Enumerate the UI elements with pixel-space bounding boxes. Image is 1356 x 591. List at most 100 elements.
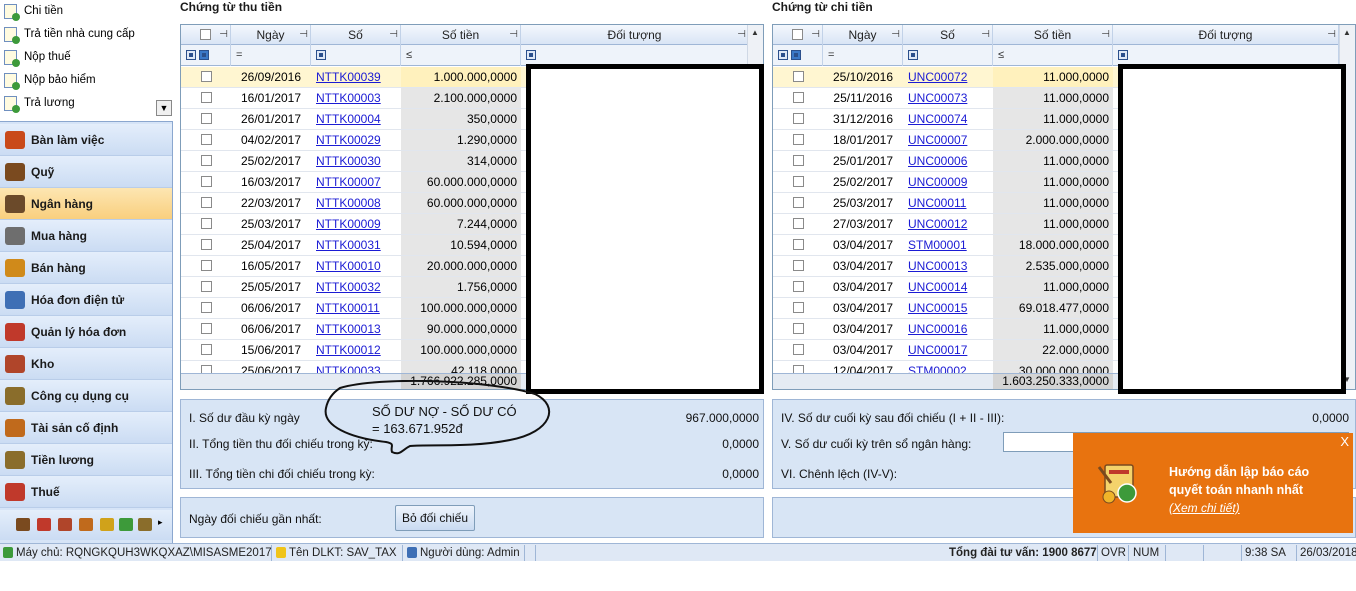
row-checkbox[interactable] [200, 92, 212, 103]
amount-filter[interactable]: ≤ [401, 45, 521, 66]
row-checkbox[interactable] [792, 344, 804, 355]
voucher-number-link[interactable]: UNC00007 [903, 130, 993, 150]
amount-column-header[interactable]: Số tiền ⊣ [993, 25, 1113, 45]
filter-icon[interactable] [791, 50, 802, 60]
number-column-header[interactable]: Số ⊣ [903, 25, 993, 45]
purchase-shortcut-icon[interactable] [119, 518, 133, 531]
select-all-header[interactable]: ⊣ [181, 25, 231, 45]
row-checkbox[interactable] [200, 218, 212, 229]
number-filter[interactable] [903, 45, 993, 66]
voucher-number-link[interactable]: UNC00073 [903, 88, 993, 108]
number-filter[interactable] [311, 45, 401, 66]
amount-column-header[interactable]: Số tiền ⊣ [401, 25, 521, 45]
select-all-checkbox[interactable] [200, 29, 211, 40]
nav-item-mua-hang[interactable]: Mua hàng [0, 220, 172, 252]
row-checkbox[interactable] [200, 302, 212, 313]
salary-shortcut-icon[interactable] [100, 518, 114, 531]
voucher-number-link[interactable]: UNC00013 [903, 256, 993, 276]
voucher-number-link[interactable]: NTTK00010 [311, 256, 401, 276]
checkbox-filter[interactable] [773, 45, 823, 66]
row-checkbox[interactable] [200, 281, 212, 292]
nav-item-quan-ly-hoa-don[interactable]: Quản lý hóa đơn [0, 316, 172, 348]
voucher-number-link[interactable]: UNC00014 [903, 277, 993, 297]
filter-icon[interactable] [778, 50, 788, 60]
pin-icon[interactable]: ⊣ [1101, 25, 1110, 45]
nav-item-tien-luong[interactable]: Tiền lương [0, 444, 172, 476]
voucher-number-link[interactable]: NTTK00031 [311, 235, 401, 255]
amount-filter[interactable]: ≤ [993, 45, 1113, 66]
nav-item-hoa-don-dien-tu[interactable]: Hóa đơn điện tử [0, 284, 172, 316]
submenu-item-tra-tien-ncc[interactable]: Trả tiền nhà cung cấp [0, 23, 173, 46]
row-checkbox[interactable] [792, 92, 804, 103]
filter-icon[interactable] [199, 50, 210, 60]
submenu-item-nop-thue[interactable]: Nộp thuế [0, 46, 173, 69]
row-checkbox[interactable] [792, 113, 804, 124]
row-checkbox[interactable] [792, 176, 804, 187]
pin-icon[interactable]: ⊣ [1327, 25, 1336, 45]
warehouse-shortcut-icon[interactable] [58, 518, 72, 531]
submenu-item-chi-tien[interactable]: Chi tiền [0, 0, 173, 23]
date-filter[interactable]: = [231, 45, 311, 66]
row-checkbox[interactable] [200, 134, 212, 145]
nav-item-ngan-hang[interactable]: Ngân hàng [0, 188, 172, 220]
voucher-number-link[interactable]: UNC00015 [903, 298, 993, 318]
filter-icon[interactable] [1118, 50, 1128, 60]
scroll-up-arrow-icon[interactable]: ▲ [751, 28, 759, 37]
number-column-header[interactable]: Số ⊣ [311, 25, 401, 45]
voucher-number-link[interactable]: UNC00011 [903, 193, 993, 213]
nav-item-ban-hang[interactable]: Bán hàng [0, 252, 172, 284]
pin-icon[interactable]: ⊣ [219, 25, 228, 45]
voucher-number-link[interactable]: NTTK00007 [311, 172, 401, 192]
row-checkbox[interactable] [200, 260, 212, 271]
select-all-checkbox[interactable] [792, 29, 803, 40]
row-checkbox[interactable] [200, 71, 212, 82]
chevron-right-icon[interactable]: ▸ [158, 517, 163, 528]
voucher-number-link[interactable]: NTTK00008 [311, 193, 401, 213]
select-all-header[interactable]: ⊣ [773, 25, 823, 45]
date-column-header[interactable]: Ngày ⊣ [231, 25, 311, 45]
view-details-link[interactable]: (Xem chi tiết) [1169, 501, 1240, 515]
row-checkbox[interactable] [792, 155, 804, 166]
voucher-number-link[interactable]: UNC00012 [903, 214, 993, 234]
pin-icon[interactable]: ⊣ [891, 25, 900, 45]
pin-icon[interactable]: ⊣ [299, 25, 308, 45]
voucher-number-link[interactable]: STM00001 [903, 235, 993, 255]
nav-item-thue[interactable]: Thuế [0, 476, 172, 508]
submenu-scroll-down-button[interactable]: ▼ [156, 100, 172, 116]
party-filter[interactable] [521, 45, 749, 66]
row-checkbox[interactable] [792, 197, 804, 208]
checkbox-filter[interactable] [181, 45, 231, 66]
safe-shortcut-icon[interactable] [16, 518, 30, 531]
row-checkbox[interactable] [792, 323, 804, 334]
row-checkbox[interactable] [792, 281, 804, 292]
scroll-up-arrow-icon[interactable]: ▲ [1343, 28, 1351, 37]
voucher-number-link[interactable]: NTTK00013 [311, 319, 401, 339]
invoice-shortcut-icon[interactable] [37, 518, 51, 531]
nav-item-cong-cu-dung-cu[interactable]: Công cụ dụng cụ [0, 380, 172, 412]
voucher-number-link[interactable]: UNC00009 [903, 172, 993, 192]
row-checkbox[interactable] [200, 113, 212, 124]
voucher-number-link[interactable]: UNC00016 [903, 319, 993, 339]
voucher-number-link[interactable]: NTTK00030 [311, 151, 401, 171]
nav-item-tai-san-co-dinh[interactable]: Tài sản cố định [0, 412, 172, 444]
party-filter[interactable] [1113, 45, 1339, 66]
row-checkbox[interactable] [200, 239, 212, 250]
pin-icon[interactable]: ⊣ [737, 25, 746, 45]
submenu-item-nop-bao-hiem[interactable]: Nộp bảo hiểm [0, 69, 173, 92]
party-column-header[interactable]: Đối tượng ⊣ [1113, 25, 1339, 45]
tools-shortcut-icon[interactable] [138, 518, 152, 531]
nav-item-kho[interactable]: Kho [0, 348, 172, 380]
row-checkbox[interactable] [792, 302, 804, 313]
voucher-number-link[interactable]: NTTK00029 [311, 130, 401, 150]
pin-icon[interactable]: ⊣ [389, 25, 398, 45]
party-column-header[interactable]: Đối tượng ⊣ [521, 25, 749, 45]
date-column-header[interactable]: Ngày ⊣ [823, 25, 903, 45]
nav-item-ban-lam-viec[interactable]: Bàn làm việc [0, 124, 172, 156]
voucher-number-link[interactable]: NTTK00011 [311, 298, 401, 318]
voucher-number-link[interactable]: UNC00006 [903, 151, 993, 171]
date-filter[interactable]: = [823, 45, 903, 66]
filter-icon[interactable] [186, 50, 196, 60]
close-icon[interactable]: X [1340, 434, 1349, 449]
voucher-number-link[interactable]: UNC00017 [903, 340, 993, 360]
row-checkbox[interactable] [792, 134, 804, 145]
